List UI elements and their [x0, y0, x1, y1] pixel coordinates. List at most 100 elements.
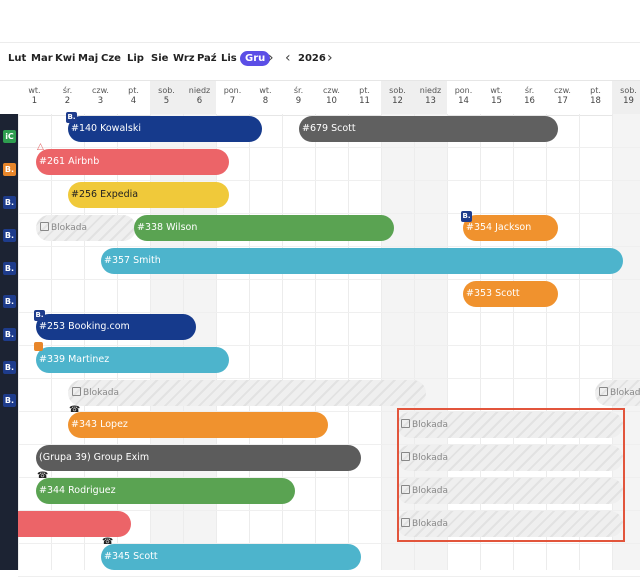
day-number: 3: [97, 96, 104, 106]
selection-box: [397, 408, 625, 542]
top-bar: [0, 0, 640, 43]
day-of-week: wt.: [259, 86, 272, 95]
day-number: 1: [31, 96, 38, 106]
row-divider: [18, 180, 640, 181]
chevron-right-year-icon[interactable]: ›: [327, 50, 333, 66]
row-divider: [18, 147, 640, 148]
channel-icon: B.: [3, 361, 16, 374]
day-number: 4: [130, 96, 137, 106]
day-number: 12: [392, 96, 403, 106]
day-header-3: czw. 3: [84, 81, 117, 115]
month-kwi[interactable]: Kwi: [55, 53, 75, 64]
day-header-7: pon. 7: [216, 81, 249, 115]
booking-group-exim[interactable]: (Grupa 39) Group Exim: [36, 445, 361, 471]
booking-261-airbnb[interactable]: #261 Airbnb: [36, 149, 229, 175]
grid-column[interactable]: [348, 114, 381, 570]
phone-icon: ☎: [37, 471, 49, 481]
month-paz[interactable]: Paź: [197, 53, 217, 64]
day-header-19: sob. 19: [612, 81, 640, 115]
month-mar[interactable]: Mar: [31, 53, 53, 64]
day-number: 10: [326, 96, 337, 106]
day-header-5: sob. 5: [150, 81, 183, 115]
block-label: Blokada: [610, 388, 640, 398]
day-number: 6: [196, 96, 203, 106]
month-lut[interactable]: Lut: [8, 53, 26, 64]
grid-column[interactable]: [315, 114, 348, 570]
booking-343-lopez[interactable]: #343 Lopez: [68, 412, 328, 438]
block-row9[interactable]: Blokada: [68, 380, 426, 406]
channel-icon: B.: [3, 328, 16, 341]
month-lip[interactable]: Lip: [127, 53, 144, 64]
lock-icon: [40, 222, 49, 231]
day-of-week: sob.: [620, 86, 637, 95]
month-lis[interactable]: Lis: [221, 53, 237, 64]
day-number: 2: [64, 96, 71, 106]
day-of-week: pon.: [454, 86, 473, 95]
channel-icon: B.: [3, 163, 16, 176]
month-wrz[interactable]: Wrz: [173, 53, 195, 64]
sidebar: iC B. B. B. B. B. B. B. B.: [0, 114, 18, 570]
row-divider: [18, 246, 640, 247]
day-of-week: pt.: [359, 86, 370, 95]
lock-icon: [599, 387, 608, 396]
day-header-6: niedz 6: [183, 81, 216, 115]
day-header-4: pt. 4: [117, 81, 150, 115]
day-header-18: pt. 18: [579, 81, 612, 115]
day-header-2: śr. 2: [51, 81, 84, 115]
block-label: Blokada: [83, 388, 119, 398]
booking-354-jackson[interactable]: #354 Jackson: [463, 215, 558, 241]
booking-140-kowalski[interactable]: #140 Kowalski: [68, 116, 262, 142]
phone-icon: ☎: [69, 405, 81, 415]
day-number: 19: [623, 96, 634, 106]
day-of-week: niedz: [419, 86, 442, 95]
row-divider: [18, 345, 640, 346]
day-number: 14: [458, 96, 469, 106]
day-of-week: czw.: [323, 86, 340, 95]
phone-icon: ☎: [102, 537, 114, 547]
booking-339-martinez[interactable]: #339 Martinez: [36, 347, 229, 373]
block-row9-right[interactable]: Blokada: [595, 380, 640, 406]
day-number: 17: [557, 96, 568, 106]
day-header-9: śr. 9: [282, 81, 315, 115]
day-number: 8: [262, 96, 269, 106]
booking-338-wilson[interactable]: #338 Wilson: [134, 215, 394, 241]
chevron-right-icon[interactable]: ›: [268, 50, 274, 66]
booking-679-scott[interactable]: #679 Scott: [299, 116, 558, 142]
day-number: 15: [491, 96, 502, 106]
day-header-1: wt. 1: [18, 81, 51, 115]
channel-icon: B.: [3, 262, 16, 275]
channel-icon: B.: [3, 295, 16, 308]
month-gru[interactable]: Gru: [240, 51, 271, 66]
day-header-11: pt. 11: [348, 81, 381, 115]
expedia-icon: [34, 342, 43, 351]
month-maj[interactable]: Maj: [78, 53, 98, 64]
booking-com-icon: B.: [461, 211, 472, 222]
day-of-week: czw.: [92, 86, 109, 95]
booking-unnamed-red[interactable]: [18, 511, 131, 537]
day-header-13: niedz 13: [414, 81, 447, 115]
booking-256-expedia[interactable]: #256 Expedia: [68, 182, 229, 208]
day-number: 9: [295, 96, 302, 106]
booking-345-scott[interactable]: #345 Scott: [101, 544, 361, 570]
day-header-8: wt. 8: [249, 81, 282, 115]
booking-353-scott[interactable]: #353 Scott: [463, 281, 558, 307]
booking-com-icon: B.: [66, 112, 77, 123]
day-of-week: czw.: [554, 86, 571, 95]
day-number: 16: [524, 96, 535, 106]
booking-344-rodriguez[interactable]: #344 Rodriguez: [36, 478, 295, 504]
day-header-12: sob. 12: [381, 81, 414, 115]
day-of-week: śr.: [524, 86, 535, 95]
month-cze[interactable]: Cze: [101, 53, 121, 64]
day-header-16: śr. 16: [513, 81, 546, 115]
day-of-week: śr.: [62, 86, 73, 95]
channel-icon: B.: [3, 394, 16, 407]
booking-253-booking-com[interactable]: #253 Booking.com: [36, 314, 196, 340]
booking-com-icon: B.: [34, 310, 45, 321]
day-of-week: pt.: [128, 86, 139, 95]
booking-357-smith[interactable]: #357 Smith: [101, 248, 623, 274]
block-row4[interactable]: Blokada: [36, 215, 136, 241]
month-sie[interactable]: Sie: [151, 53, 168, 64]
channel-icon: B.: [3, 196, 16, 209]
lock-icon: [72, 387, 81, 396]
chevron-left-icon[interactable]: ‹: [285, 50, 291, 66]
